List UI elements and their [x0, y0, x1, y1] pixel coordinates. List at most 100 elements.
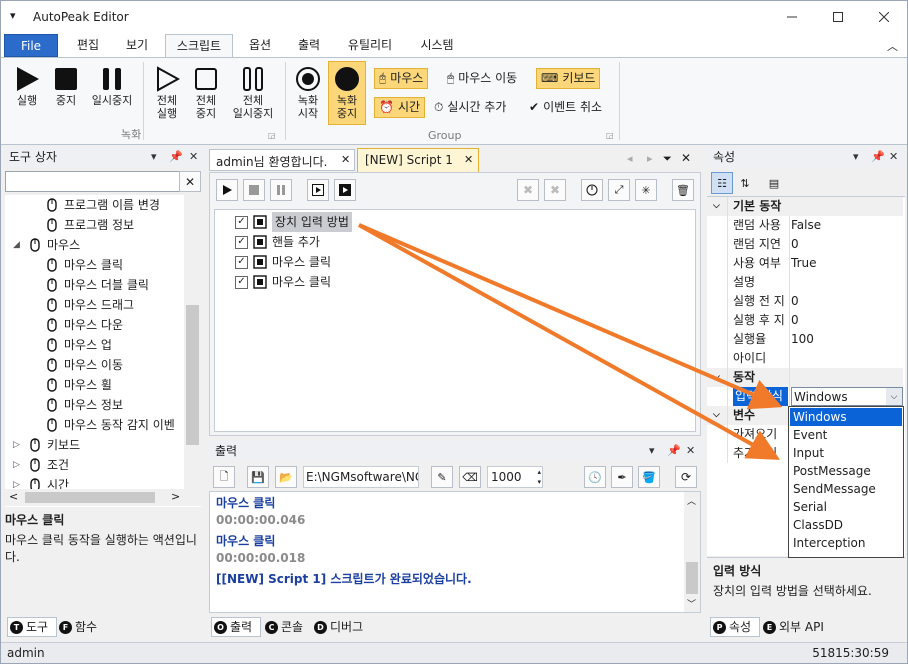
expander-icon[interactable]: ◢ — [13, 235, 23, 255]
dropdown-option[interactable]: Event — [790, 426, 902, 444]
stop-all-button[interactable]: 전체 중지 — [189, 66, 223, 120]
scroll-thumb[interactable] — [25, 492, 155, 503]
spin-icon[interactable]: ▴ ▾ — [537, 467, 541, 487]
scroll-down-icon[interactable]: ﹀ — [687, 597, 696, 610]
toolbox-item[interactable]: 프로그램 정보 — [45, 215, 134, 235]
properties-tab-props[interactable]: P 속성 — [710, 617, 760, 637]
property-pages-button[interactable]: ▤ — [763, 172, 785, 194]
close-button[interactable] — [861, 1, 907, 33]
tab-scroll-left-icon[interactable]: ◂ — [627, 152, 633, 165]
toolbox-search-input[interactable] — [5, 171, 181, 192]
minimize-button[interactable] — [769, 1, 815, 33]
scroll-thumb[interactable] — [186, 305, 199, 445]
scroll-right-icon[interactable]: > — [171, 490, 180, 503]
item-checkbox[interactable]: ✓ — [235, 235, 248, 249]
realtime-add-toggle[interactable]: ⏱ 실시간 추가 — [430, 97, 510, 118]
dropdown-icon[interactable]: ▾ — [649, 441, 655, 461]
script-pause-button[interactable] — [270, 179, 292, 201]
interval-input[interactable]: 1000 ▴ ▾ — [487, 466, 543, 488]
toolbox-item[interactable]: 마우스 업 — [45, 335, 112, 355]
output-vscrollbar[interactable]: ︿ ﹀ — [684, 492, 700, 612]
output-refresh-button[interactable]: ⟳ — [675, 466, 697, 488]
dropdown-option[interactable]: Interception — [790, 534, 902, 552]
clear-search-button[interactable]: ✕ — [179, 171, 201, 192]
dropdown-option[interactable]: Windows — [790, 408, 902, 426]
output-tab-console[interactable]: C 콘솔 — [265, 617, 303, 637]
pause-all-button[interactable]: 전체 일시중지 — [227, 66, 279, 120]
tab-welcome[interactable]: admin님 환영합니다. ✕ — [209, 149, 355, 171]
toolbox-tab-tools[interactable]: T 도구 — [7, 617, 57, 637]
output-path-field[interactable]: E:\NGMsoftware\NG — [303, 466, 419, 488]
tab-script[interactable]: 스크립트 — [165, 34, 233, 57]
script-item[interactable]: ✓ 장치 입력 방법 — [235, 212, 352, 232]
dropdown-icon[interactable]: ▾ — [151, 147, 157, 167]
toolbox-tab-functions[interactable]: F 함수 — [59, 617, 97, 637]
output-fill-button[interactable]: 🪣 — [638, 466, 660, 488]
dialog-launcher-icon[interactable]: ◲ — [606, 131, 614, 140]
output-save-button[interactable]: 💾 — [247, 466, 269, 488]
properties-tab-external-api[interactable]: E 외부 API — [763, 617, 824, 637]
categorized-button[interactable]: ☷ — [711, 172, 733, 194]
category-basic[interactable]: ⌵ 기본 동작 — [707, 197, 903, 216]
script-item[interactable]: ✓ 마우스 클릭 — [235, 252, 331, 272]
dropdown-option[interactable]: ClassDD — [790, 516, 902, 534]
input-method-select[interactable]: Windows ⌵ — [791, 387, 903, 406]
toolbox-item[interactable]: 마우스 더블 클릭 — [45, 275, 149, 295]
toolbox-item[interactable]: 마우스 이동 — [45, 355, 123, 375]
output-filter-button[interactable]: ✎ — [431, 466, 453, 488]
tab-script-1[interactable]: [NEW] Script 1 ✕ — [357, 148, 479, 172]
script-delete-button[interactable]: 🗑 — [672, 179, 694, 201]
stop-button[interactable]: 중지 — [49, 66, 83, 107]
pin-icon[interactable]: 📌 — [871, 147, 885, 167]
toolbox-item[interactable]: 마우스 정보 — [45, 395, 123, 415]
script-collapse-button[interactable]: ✳ — [635, 179, 657, 201]
mouse-move-toggle[interactable]: 🖱 마우스 이동 — [443, 68, 521, 89]
tab-file[interactable]: File — [4, 34, 58, 57]
property-row[interactable]: 실행 전 지 0 — [707, 292, 903, 311]
toolbox-item[interactable]: 프로그램 이름 변경 — [45, 195, 160, 215]
dropdown-option[interactable]: Serial — [790, 498, 902, 516]
chevron-down-icon[interactable]: ⌵ — [886, 388, 902, 405]
toolbox-item[interactable]: ◢ 마우스 — [13, 235, 80, 255]
property-row[interactable]: 실행 후 지 0 — [707, 311, 903, 330]
pin-icon[interactable]: 📌 — [667, 441, 681, 461]
run-button[interactable]: 실행 — [9, 66, 45, 107]
script-enable-button[interactable]: ✖ — [544, 179, 566, 201]
close-tab-icon[interactable]: ✕ — [341, 153, 350, 166]
output-open-folder-button[interactable]: 📂 — [275, 466, 297, 488]
item-checkbox[interactable]: ✓ — [235, 275, 248, 289]
property-row[interactable]: 아이디 — [707, 349, 903, 368]
property-row-input-method[interactable]: 입력 방식 Windows ⌵ — [707, 387, 903, 406]
tab-utility[interactable]: 유틸리티 — [337, 34, 403, 57]
output-clear-button[interactable]: 🗋 — [213, 466, 235, 488]
record-start-button[interactable]: 녹화 시작 — [291, 66, 325, 120]
toolbox-hscrollbar[interactable]: < > — [5, 489, 201, 506]
mouse-record-toggle[interactable]: 🖰 마우스 — [374, 68, 429, 89]
script-disable-button[interactable]: ✖ — [517, 179, 539, 201]
pause-button[interactable]: 일시중지 — [87, 66, 137, 107]
keyboard-toggle[interactable]: ⌨ 키보드 — [536, 68, 601, 89]
dropdown-icon[interactable]: ▾ — [853, 147, 859, 167]
toolbox-item[interactable]: 마우스 휠 — [45, 375, 112, 395]
pin-icon[interactable]: 📌 — [169, 147, 183, 167]
output-clock-button[interactable]: 🕓 — [584, 466, 606, 488]
property-row[interactable]: 랜덤 지연 0 — [707, 235, 903, 254]
script-timer-button[interactable] — [581, 179, 603, 201]
script-run-button[interactable] — [216, 179, 238, 201]
toolbox-item[interactable]: ▷ 조건 — [13, 455, 69, 475]
property-row[interactable]: 실행율 100 — [707, 330, 903, 349]
scroll-left-icon[interactable]: < — [9, 490, 18, 503]
toolbox-item[interactable]: 마우스 다운 — [45, 315, 123, 335]
toolbox-item[interactable]: ▷ 키보드 — [13, 435, 80, 455]
tab-output[interactable]: 출력 — [286, 34, 332, 57]
item-checkbox[interactable]: ✓ — [235, 215, 248, 229]
collapse-ribbon-icon[interactable]: ︿ — [887, 38, 898, 54]
tab-system[interactable]: 시스템 — [407, 34, 467, 57]
close-document-icon[interactable]: ✕ — [681, 151, 691, 165]
item-checkbox[interactable]: ✓ — [235, 255, 248, 269]
tab-list-icon[interactable]: ⏷ — [663, 152, 672, 166]
tab-edit[interactable]: 편집 — [65, 34, 111, 57]
script-item[interactable]: ✓ 핸들 추가 — [235, 232, 320, 252]
close-tab-icon[interactable]: ✕ — [464, 153, 473, 166]
close-panel-icon[interactable]: ✕ — [686, 441, 695, 461]
